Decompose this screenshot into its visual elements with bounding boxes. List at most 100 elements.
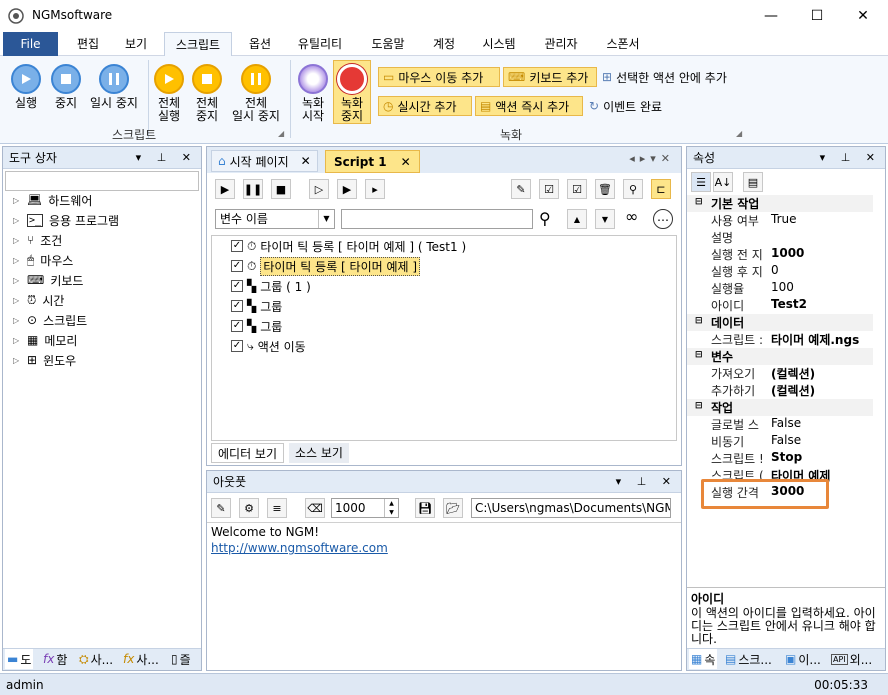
menu-view[interactable]: 보기 [114,32,158,56]
panel-controls[interactable]: ▾ ⊥ ✕ [616,471,677,493]
event-done-button[interactable]: ↻ 이벤트 완료 [585,96,685,116]
tab-scripts[interactable]: ▤ 스크... [723,649,774,669]
all-stop-button[interactable]: 전체 중지 [188,64,226,123]
menu-account[interactable]: 계정 [422,32,466,56]
toolbox-item-application[interactable]: ▷ >_ 응용 프로그램 [13,210,119,230]
script-line-selected[interactable]: ✓ ⏱︎ 타이머 틱 등록 [ 타이머 예제 ] [231,256,421,276]
property-row[interactable]: 가져오기 (컬렉션) [687,365,873,382]
broom-icon[interactable]: ✎ [211,498,231,518]
chevron-down-icon[interactable]: ▼ [318,210,334,228]
category-basic[interactable]: ⊟ 기본 작업 [687,195,873,212]
checkbox[interactable]: ✓ [231,280,243,292]
property-pages-icon[interactable]: ▤ [743,172,763,192]
property-row[interactable]: 실행 전 지 1000 [687,246,873,263]
toolbox-item-keyboard[interactable]: ▷ ⌨ 키보드 [13,270,83,290]
checkbox[interactable]: ✓ [231,260,243,272]
menu-script[interactable]: 스크립트 [164,32,232,57]
run-selected-icon[interactable]: ▸ [365,179,385,199]
property-row[interactable]: 설명 [687,229,873,246]
toolbox-search-input[interactable] [5,171,199,191]
category-data[interactable]: ⊟ 데이터 [687,314,873,331]
eraser-icon[interactable]: ⌫ [305,498,325,518]
toolbox-item-script[interactable]: ▷ ⊙ 스크립트 [13,310,87,330]
property-row[interactable]: 아이디 Test2 [687,297,873,314]
property-row[interactable]: 글로벌 스 False [687,416,873,433]
tab-user-functions[interactable]: fx 사... [121,649,161,669]
step-icon[interactable]: ▷ [309,179,329,199]
variable-value-input[interactable] [341,209,533,229]
tab-images[interactable]: ▣ 이... [783,649,823,669]
run-button[interactable]: 실행 [6,64,46,110]
panel-controls[interactable]: ▾ ⊥ ✕ [820,147,881,169]
folder-icon[interactable]: 📂︎ [443,498,463,518]
settings-page-icon[interactable]: ⚙ [239,498,259,518]
variable-select[interactable]: 변수 이름 ▼ [215,209,335,229]
checkbox[interactable]: ✓ [231,340,243,352]
add-mouse-move-button[interactable]: ▭ 마우스 이동 추가 [378,67,500,87]
toolbox-item-window[interactable]: ▷ ⊞ 윈도우 [13,350,76,370]
checkbox[interactable]: ✓ [231,320,243,332]
move-down-icon[interactable]: ▼ [595,209,615,229]
checkbox[interactable]: ✓ [231,300,243,312]
menu-admin[interactable]: 관리자 [534,32,588,56]
stop-script-icon[interactable]: ■ [271,179,291,199]
script-line[interactable]: ✓ ▚ 그룹 [231,296,282,316]
check-icon[interactable]: ☑ [567,179,587,199]
toolbox-item-condition[interactable]: ▷ ⑂ 조건 [13,230,62,250]
tab-toolbox[interactable]: ▬ 도 [5,649,34,669]
menu-file[interactable]: File [3,32,58,56]
close-button[interactable]: ✕ [840,0,886,32]
toolbox-item-time[interactable]: ▷ ⏰︎ 시간 [13,290,64,310]
toolbox-item-hardware[interactable]: ▷ 💻︎ 하드웨어 [13,190,92,210]
categorized-icon[interactable]: ☰ [691,172,711,192]
pause-script-icon[interactable]: ❚❚ [243,179,263,199]
property-row[interactable]: 비동기 False [687,433,873,450]
tab-favorites[interactable]: ▯ 즐 [169,649,193,669]
property-row[interactable]: 추가하기 (컬렉션) [687,382,873,399]
add-in-selected-button[interactable]: ⊞ 선택한 액션 안에 추가 [598,67,748,87]
menu-edit[interactable]: 편집 [66,32,110,56]
search-icon[interactable]: ⚲ [539,209,551,228]
category-task[interactable]: ⊟ 작업 [687,399,873,416]
panel-controls[interactable]: ▾ ⊥ ✕ [136,147,197,169]
check-all-icon[interactable]: ☑ [539,179,559,199]
close-icon[interactable]: ✕ [301,154,311,168]
run-script-icon[interactable]: ▶ [215,179,235,199]
stop-button[interactable]: 중지 [46,64,86,110]
add-action-now-button[interactable]: ▤ 액션 즉시 추가 [475,96,583,116]
pause-button[interactable]: 일시 중지 [86,64,142,110]
tab-users[interactable]: ⛭ 사... [77,649,115,669]
delete-icon[interactable]: 🗑︎ [595,179,615,199]
property-row[interactable]: 스크립트 ! Stop [687,450,873,467]
group-expand-icon[interactable]: ◢ [278,129,284,138]
category-variables[interactable]: ⊟ 변수 [687,348,873,365]
property-row[interactable]: 실행 후 지0 [687,263,873,280]
tab-script-1[interactable]: Script 1 ✕ [325,150,420,173]
add-keyboard-button[interactable]: ⌨ 키보드 추가 [503,67,597,87]
property-row[interactable]: 실행율 100 [687,280,873,297]
output-link[interactable]: http://www.ngmsoftware.com [211,541,388,555]
menu-help[interactable]: 도움말 [360,32,416,56]
tab-properties[interactable]: ▦ 속 [689,649,718,669]
script-line[interactable]: ✓ ⏱︎ 타이머 틱 등록 [ 타이머 예제 ] ( Test1 ) [231,236,466,256]
script-line[interactable]: ✓ ▚ 그룹 ( 1 ) [231,276,311,296]
tab-start-page[interactable]: ⌂ 시작 페이지 ✕ [211,150,318,172]
stepper-arrows-icon[interactable]: ▲ ▼ [384,499,398,517]
list-icon[interactable]: ≡ [267,498,287,518]
tab-editor-view[interactable]: 에디터 보기 [211,443,285,463]
toolbox-item-memory[interactable]: ▷ ▦ 메모리 [13,330,77,350]
property-row[interactable]: 스크립트 : 타이머 예제.ngs [687,331,873,348]
close-icon[interactable]: ✕ [401,155,411,169]
tab-external[interactable]: API 외... [829,649,874,669]
record-stop-button[interactable]: 녹화 중지 [333,60,371,124]
all-pause-button[interactable]: 전체 일시 중지 [228,64,284,123]
minimize-button[interactable]: — [748,0,794,32]
record-start-button[interactable]: 녹화 시작 [294,64,332,123]
tab-functions[interactable]: fx 함 [41,649,69,669]
menu-utility[interactable]: 유틸리티 [288,32,352,56]
tab-nav-controls[interactable]: ◂▸▾✕ [629,152,675,165]
toolbox-item-mouse[interactable]: ▷ 🖱︎ 마우스 [13,250,73,270]
more-icon[interactable]: … [653,209,673,229]
checkbox[interactable]: ✓ [231,240,243,252]
maximize-button[interactable]: ☐ [794,0,840,32]
